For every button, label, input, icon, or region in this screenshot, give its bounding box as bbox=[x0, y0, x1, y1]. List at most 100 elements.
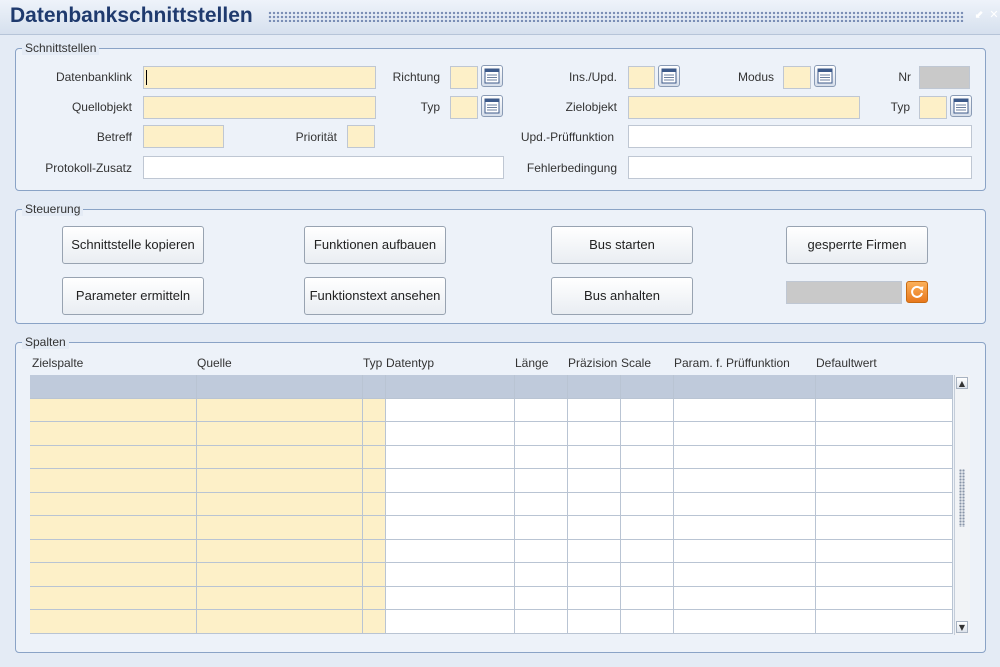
table-cell[interactable] bbox=[386, 399, 515, 422]
table-cell[interactable] bbox=[621, 469, 674, 493]
table-cell[interactable] bbox=[674, 493, 816, 516]
table-cell[interactable] bbox=[363, 469, 386, 493]
table-cell[interactable] bbox=[621, 399, 674, 422]
table-cell[interactable] bbox=[197, 540, 363, 563]
table-cell[interactable] bbox=[816, 587, 953, 610]
table-cell[interactable] bbox=[515, 469, 568, 493]
table-cell[interactable] bbox=[386, 493, 515, 516]
ins-upd-field[interactable] bbox=[628, 66, 655, 89]
table-cell[interactable] bbox=[30, 375, 197, 399]
table-cell[interactable] bbox=[674, 516, 816, 540]
table-cell[interactable] bbox=[197, 516, 363, 540]
refresh-icon[interactable] bbox=[906, 281, 928, 303]
table-cell[interactable] bbox=[30, 469, 197, 493]
table-cell[interactable] bbox=[515, 563, 568, 587]
table-cell[interactable] bbox=[386, 587, 515, 610]
typ-calendar-icon[interactable] bbox=[481, 95, 503, 117]
fehler-field[interactable] bbox=[628, 156, 972, 179]
table-cell[interactable] bbox=[30, 446, 197, 469]
table-cell[interactable] bbox=[816, 422, 953, 446]
table-cell[interactable] bbox=[621, 422, 674, 446]
zielobjekt-field[interactable] bbox=[628, 96, 860, 119]
table-cell[interactable] bbox=[621, 563, 674, 587]
table-cell[interactable] bbox=[30, 399, 197, 422]
table-cell[interactable] bbox=[386, 446, 515, 469]
table-cell[interactable] bbox=[816, 469, 953, 493]
table-cell[interactable] bbox=[197, 375, 363, 399]
table-cell[interactable] bbox=[515, 375, 568, 399]
table-cell[interactable] bbox=[363, 587, 386, 610]
table-cell[interactable] bbox=[363, 446, 386, 469]
modus-calendar-icon[interactable] bbox=[814, 65, 836, 87]
table-cell[interactable] bbox=[363, 375, 386, 399]
bus-anhalten-button[interactable]: Bus anhalten bbox=[551, 277, 693, 315]
table-cell[interactable] bbox=[568, 563, 621, 587]
table-cell[interactable] bbox=[30, 493, 197, 516]
table-cell[interactable] bbox=[363, 422, 386, 446]
table-cell[interactable] bbox=[816, 563, 953, 587]
table-cell[interactable] bbox=[515, 446, 568, 469]
table-cell[interactable] bbox=[363, 516, 386, 540]
table-cell[interactable] bbox=[363, 540, 386, 563]
table-cell[interactable] bbox=[386, 540, 515, 563]
table-cell[interactable] bbox=[674, 587, 816, 610]
table-cell[interactable] bbox=[568, 540, 621, 563]
table-cell[interactable] bbox=[621, 516, 674, 540]
typ2-calendar-icon[interactable] bbox=[950, 95, 972, 117]
richtung-field[interactable] bbox=[450, 66, 478, 89]
parameter-ermitteln-button[interactable]: Parameter ermitteln bbox=[62, 277, 204, 315]
funktionen-aufbauen-button[interactable]: Funktionen aufbauen bbox=[304, 226, 446, 264]
modus-field[interactable] bbox=[783, 66, 811, 89]
scroll-up-icon[interactable]: ▲ bbox=[956, 377, 968, 389]
typ-field[interactable] bbox=[450, 96, 478, 119]
table-cell[interactable] bbox=[197, 610, 363, 634]
datenbanklink-field[interactable] bbox=[143, 66, 376, 89]
table-cell[interactable] bbox=[363, 610, 386, 634]
richtung-calendar-icon[interactable] bbox=[481, 65, 503, 87]
typ2-field[interactable] bbox=[919, 96, 947, 119]
table-cell[interactable] bbox=[568, 587, 621, 610]
table-cell[interactable] bbox=[197, 446, 363, 469]
protokoll-field[interactable] bbox=[143, 156, 504, 179]
table-cell[interactable] bbox=[621, 446, 674, 469]
table-cell[interactable] bbox=[674, 610, 816, 634]
table-cell[interactable] bbox=[816, 399, 953, 422]
ins-upd-calendar-icon[interactable] bbox=[658, 65, 680, 87]
table-cell[interactable] bbox=[568, 375, 621, 399]
table-cell[interactable] bbox=[30, 587, 197, 610]
table-cell[interactable] bbox=[568, 493, 621, 516]
prioritaet-field[interactable] bbox=[347, 125, 375, 148]
table-cell[interactable] bbox=[386, 375, 515, 399]
scrollbar-grip[interactable] bbox=[959, 469, 965, 527]
table-cell[interactable] bbox=[363, 399, 386, 422]
table-cell[interactable] bbox=[674, 375, 816, 399]
table-cell[interactable] bbox=[30, 422, 197, 446]
table-cell[interactable] bbox=[197, 493, 363, 516]
table-cell[interactable] bbox=[197, 587, 363, 610]
table-cell[interactable] bbox=[363, 493, 386, 516]
table-cell[interactable] bbox=[515, 540, 568, 563]
table-cell[interactable] bbox=[515, 422, 568, 446]
table-cell[interactable] bbox=[197, 563, 363, 587]
scroll-down-icon[interactable]: ▼ bbox=[956, 621, 968, 633]
upd-pruef-field[interactable] bbox=[628, 125, 972, 148]
table-cell[interactable] bbox=[568, 446, 621, 469]
table-cell[interactable] bbox=[197, 422, 363, 446]
table-cell[interactable] bbox=[30, 610, 197, 634]
table-cell[interactable] bbox=[30, 563, 197, 587]
table-cell[interactable] bbox=[621, 587, 674, 610]
table-cell[interactable] bbox=[30, 516, 197, 540]
table-cell[interactable] bbox=[386, 610, 515, 634]
table-cell[interactable] bbox=[816, 610, 953, 634]
table-cell[interactable] bbox=[568, 610, 621, 634]
table-cell[interactable] bbox=[30, 540, 197, 563]
schnittstelle-kopieren-button[interactable]: Schnittstelle kopieren bbox=[62, 226, 204, 264]
table-cell[interactable] bbox=[197, 399, 363, 422]
table-cell[interactable] bbox=[568, 399, 621, 422]
table-cell[interactable] bbox=[674, 540, 816, 563]
minimize-icon[interactable]: ⬋ bbox=[972, 8, 986, 22]
table-cell[interactable] bbox=[197, 469, 363, 493]
close-icon[interactable]: ✕ bbox=[987, 8, 1000, 22]
bus-starten-button[interactable]: Bus starten bbox=[551, 226, 693, 264]
table-cell[interactable] bbox=[621, 375, 674, 399]
